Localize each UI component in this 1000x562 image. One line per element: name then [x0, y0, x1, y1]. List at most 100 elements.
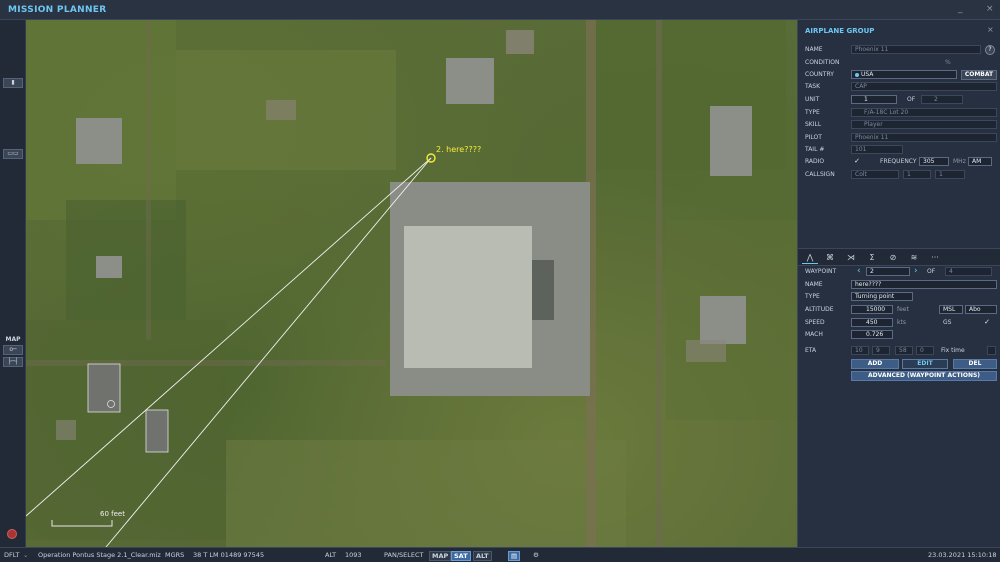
- skill-select[interactable]: Player: [851, 120, 997, 129]
- minimize-button[interactable]: _: [958, 4, 963, 14]
- layers-icon[interactable]: ▤: [508, 551, 521, 561]
- speed-label: SPEED: [805, 319, 825, 326]
- left-toolbar: ▮ ▭▭ MAP o─ ├─┤: [0, 20, 26, 547]
- next-waypoint-icon[interactable]: ›: [914, 266, 918, 276]
- unit-count-field[interactable]: 2: [921, 95, 963, 104]
- close-window-button[interactable]: ×: [986, 4, 994, 14]
- profile-select[interactable]: DFLT: [4, 551, 19, 559]
- altitude-label: ALTITUDE: [805, 306, 834, 313]
- advanced-waypoint-actions-button[interactable]: ADVANCED (WAYPOINT ACTIONS): [851, 371, 997, 381]
- summary-tab-icon[interactable]: Σ: [864, 252, 880, 264]
- failures-tab-icon[interactable]: ⊘: [885, 252, 901, 264]
- callsign-number-2[interactable]: 1: [935, 170, 965, 179]
- unit-of-label: OF: [907, 96, 916, 103]
- coord-system-label[interactable]: MGRS: [165, 551, 184, 559]
- wp-type-label: TYPE: [805, 293, 820, 300]
- mission-file-name: Operation Pontus Stage 2.1_Clear.miz: [38, 551, 161, 559]
- waypoint-type-select[interactable]: Turning point: [851, 292, 913, 301]
- map-canvas: [26, 20, 797, 547]
- ruler-icon[interactable]: ├─┤: [3, 357, 23, 367]
- map-key-icon[interactable]: o─: [3, 345, 23, 355]
- country-flag-icon: [855, 73, 859, 77]
- pilot-label: PILOT: [805, 134, 822, 141]
- eta-hours-field[interactable]: 9: [872, 346, 890, 355]
- cursor-coordinates: 38 T LM 01489 97545: [193, 551, 265, 559]
- app-title: MISSION PLANNER: [8, 5, 107, 15]
- type-label: TYPE: [805, 109, 820, 116]
- frequency-field[interactable]: 305: [919, 157, 949, 166]
- tab-bar: ⋀ ⌘ ⋊ Σ ⊘ ≋ ···: [798, 248, 1000, 266]
- gs-label: GS: [943, 319, 952, 326]
- fix-time-checkbox[interactable]: [987, 346, 996, 355]
- alt-mode-button[interactable]: ALT: [473, 551, 492, 561]
- speed-field[interactable]: 450: [851, 318, 893, 327]
- add-waypoint-button[interactable]: ADD: [851, 359, 899, 369]
- route-tab-icon[interactable]: ⋀: [802, 252, 818, 264]
- name-label: NAME: [805, 46, 823, 53]
- hangar-roof: [404, 226, 532, 368]
- waypoint-count-field: 4: [945, 267, 992, 276]
- edit-waypoint-button[interactable]: EDIT: [902, 359, 948, 369]
- unit-label: UNIT: [805, 96, 820, 103]
- status-bar: DFLT ⌄ Operation Pontus Stage 2.1_Clear.…: [0, 547, 1000, 562]
- date-time: 23.03.2021 15:10:18: [928, 551, 997, 559]
- mach-field[interactable]: 0.726: [851, 330, 893, 339]
- payload-tab-icon[interactable]: ⋊: [843, 252, 859, 264]
- fix-time-label: Fix time: [941, 347, 965, 354]
- mhz-label: MHz: [953, 158, 966, 165]
- altitude-reference-select[interactable]: MSL: [939, 305, 963, 314]
- gs-checkbox[interactable]: ✓: [983, 318, 991, 326]
- callsign-number-1[interactable]: 1: [903, 170, 931, 179]
- help-button[interactable]: ?: [985, 45, 995, 55]
- waypoint-name-field[interactable]: here????: [851, 280, 997, 289]
- panel-title: AIRPLANE GROUP: [805, 27, 875, 35]
- eta-label: ETA: [805, 347, 817, 354]
- group-name-field[interactable]: Phoenix 11: [851, 45, 981, 54]
- condition-value: %: [945, 59, 951, 66]
- settings-gear-icon[interactable]: ⚙: [533, 551, 539, 559]
- pan-select-label[interactable]: PAN/SELECT: [384, 551, 423, 559]
- radio-checkbox[interactable]: ✓: [853, 157, 861, 165]
- target-tab-icon[interactable]: ⌘: [822, 252, 838, 264]
- skill-label: SKILL: [805, 121, 822, 128]
- altitude-status-value: 1093: [345, 551, 362, 559]
- combat-button[interactable]: COMBAT: [961, 70, 997, 80]
- unit-field[interactable]: 1: [851, 95, 897, 104]
- pilot-field[interactable]: Phoenix 11: [851, 133, 997, 142]
- country-select[interactable]: USA: [851, 70, 957, 79]
- modulation-select[interactable]: AM: [968, 157, 992, 166]
- record-icon[interactable]: [7, 529, 17, 539]
- altitude-mode-select[interactable]: Abo: [965, 305, 997, 314]
- prev-waypoint-icon[interactable]: ‹: [857, 266, 861, 276]
- eta-minutes-field[interactable]: 58: [895, 346, 913, 355]
- panel-close-button[interactable]: ×: [987, 25, 994, 34]
- country-value: USA: [861, 71, 874, 78]
- callsign-label: CALLSIGN: [805, 171, 835, 178]
- waypoint-label: WAYPOINT: [805, 268, 837, 275]
- tail-number-field[interactable]: 101: [851, 145, 903, 154]
- callsign-select[interactable]: Colt: [851, 170, 899, 179]
- delete-waypoint-button[interactable]: DEL: [953, 359, 997, 369]
- satellite-map[interactable]: 2. here???? 60 feet: [26, 20, 797, 547]
- more-tab-icon[interactable]: ···: [927, 252, 943, 264]
- tail-label: TAIL #: [805, 146, 825, 153]
- panel-toggle-icon[interactable]: ▮: [3, 78, 23, 88]
- aircraft-type-select[interactable]: F/A-18C Lot 20: [851, 108, 997, 117]
- wp-name-label: NAME: [805, 281, 823, 288]
- eta-seconds-field[interactable]: 0: [916, 346, 934, 355]
- title-bar: MISSION PLANNER _ ×: [0, 0, 1000, 20]
- profile-dropdown-icon[interactable]: ⌄: [23, 551, 28, 559]
- map-mode-button[interactable]: MAP: [429, 551, 452, 561]
- waypoint-of-label: OF: [927, 268, 936, 275]
- waypoint-select[interactable]: 2: [866, 267, 910, 276]
- altitude-field[interactable]: 15000: [851, 305, 893, 314]
- airplane-group-panel: AIRPLANE GROUP × NAME Phoenix 11 ? CONDI…: [797, 20, 1000, 547]
- group-list-icon[interactable]: ▭▭: [3, 149, 23, 159]
- task-select[interactable]: CAP: [851, 82, 997, 91]
- radio-tab-icon[interactable]: ≋: [906, 252, 922, 264]
- eta-days-field[interactable]: 10: [851, 346, 869, 355]
- sat-mode-button[interactable]: SAT: [451, 551, 471, 561]
- waypoint-label: 2. here????: [436, 145, 482, 154]
- altitude-status-label: ALT: [325, 551, 337, 559]
- frequency-label: FREQUENCY: [880, 158, 917, 165]
